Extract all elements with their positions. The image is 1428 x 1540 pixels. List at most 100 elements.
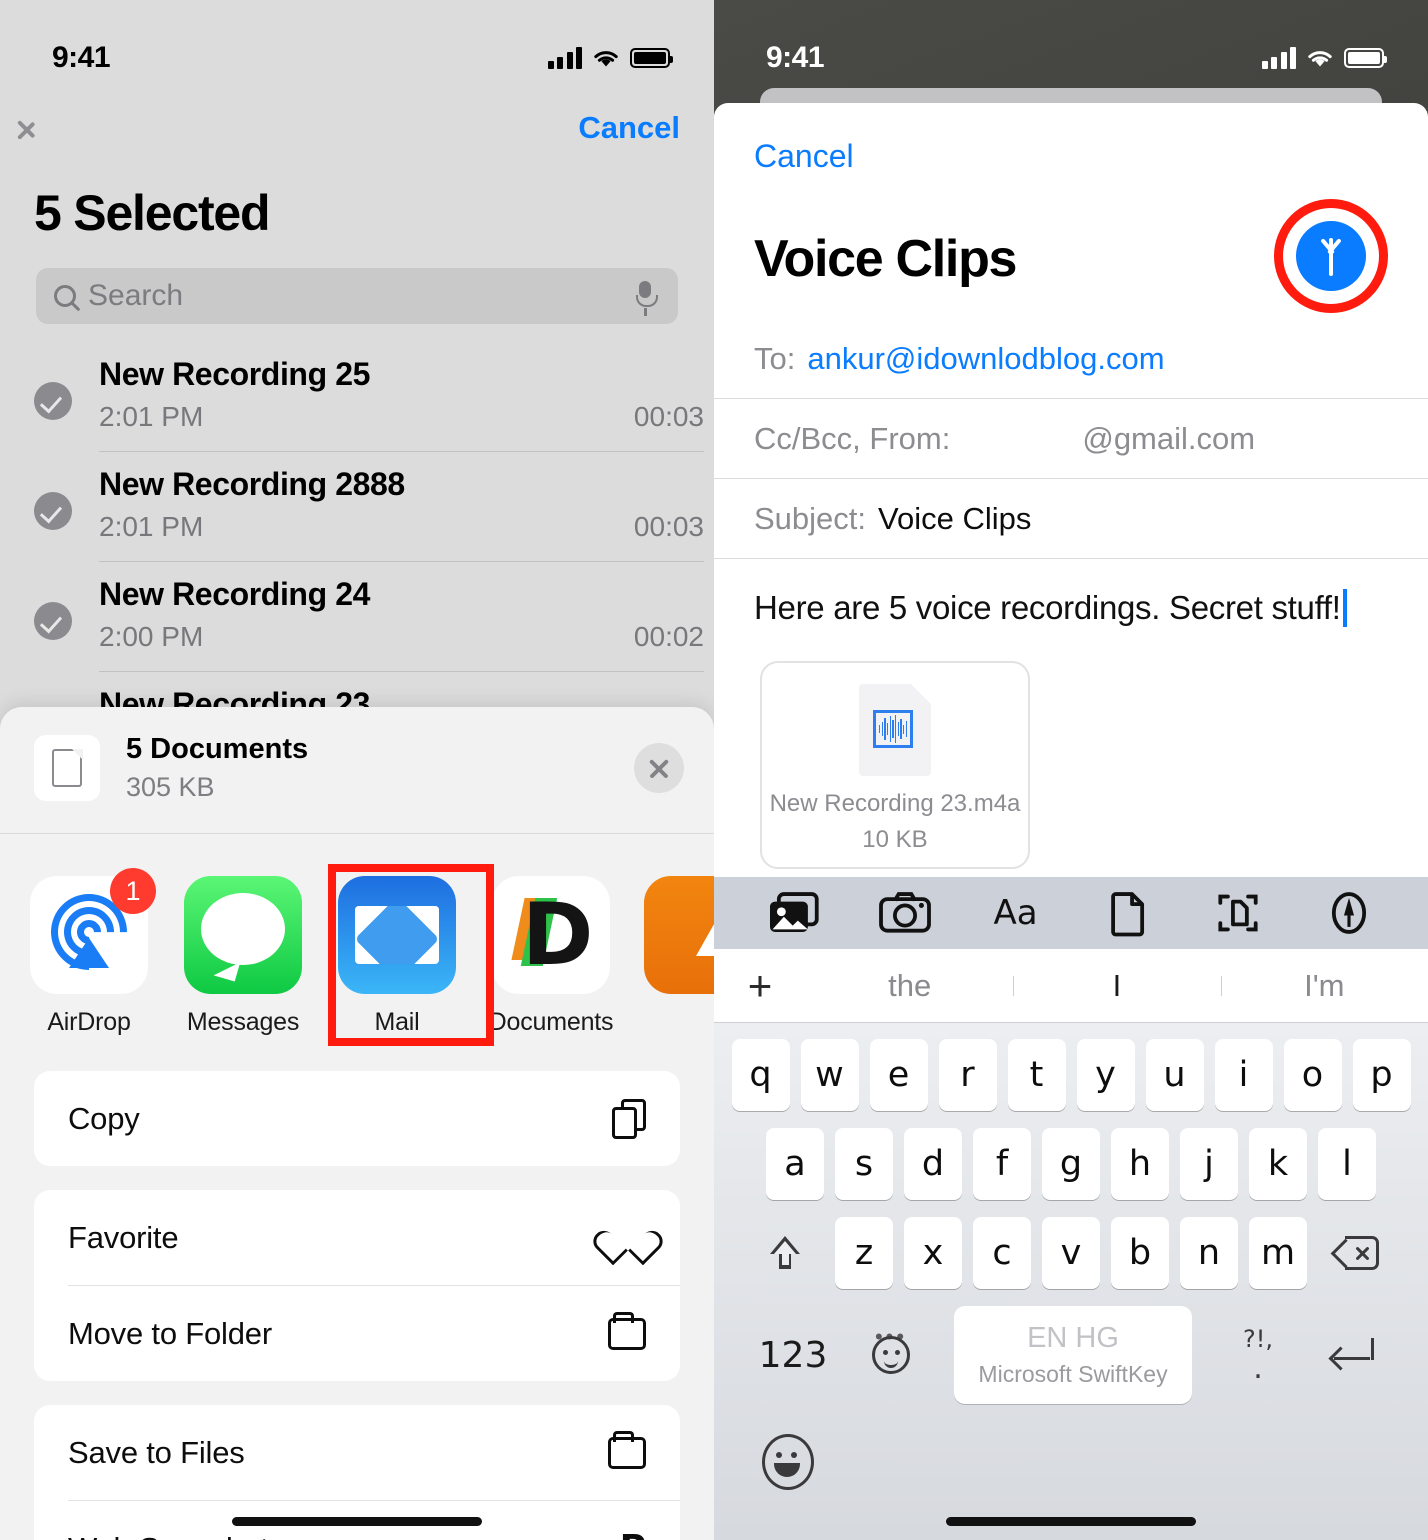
key-y[interactable]: y xyxy=(1076,1039,1135,1111)
key-k[interactable]: k xyxy=(1249,1128,1307,1200)
subject-field[interactable]: Subject: Voice Clips xyxy=(714,479,1428,559)
close-icon[interactable] xyxy=(634,743,684,793)
divider xyxy=(99,451,704,452)
from-value[interactable]: @gmail.com xyxy=(1082,421,1255,457)
folder-icon xyxy=(608,1311,646,1350)
share-app-mail[interactable]: Mail xyxy=(334,876,460,1037)
to-field[interactable]: To: ankur@idownlodblog.com xyxy=(714,319,1428,399)
divider xyxy=(99,671,704,672)
status-time: 9:41 xyxy=(766,41,825,74)
key-l[interactable]: l xyxy=(1318,1128,1376,1200)
action-move-to-folder[interactable]: Move to Folder xyxy=(34,1286,680,1381)
key-j[interactable]: j xyxy=(1180,1128,1238,1200)
checkmark-icon[interactable] xyxy=(34,382,72,420)
action-copy[interactable]: Copy xyxy=(34,1071,680,1166)
folder-icon xyxy=(608,1430,646,1469)
shift-key[interactable] xyxy=(746,1217,824,1289)
message-body[interactable]: Here are 5 voice recordings. Secret stuf… xyxy=(714,559,1428,627)
cancel-button[interactable]: Cancel xyxy=(578,110,680,146)
microphone-icon[interactable] xyxy=(636,281,658,316)
scan-document-icon[interactable] xyxy=(1210,889,1266,937)
recording-name: New Recording 25 xyxy=(99,356,371,392)
wifi-icon xyxy=(594,50,618,66)
key-t[interactable]: t xyxy=(1007,1039,1066,1111)
return-key[interactable] xyxy=(1304,1338,1404,1372)
emoji-switch-key[interactable] xyxy=(762,1434,816,1490)
to-label: To: xyxy=(754,340,796,376)
key-z[interactable]: z xyxy=(835,1217,893,1289)
key-d[interactable]: d xyxy=(904,1128,962,1200)
copy-icon xyxy=(612,1098,646,1139)
camera-icon[interactable] xyxy=(877,889,933,937)
key-i[interactable]: i xyxy=(1214,1039,1273,1111)
key-f[interactable]: f xyxy=(973,1128,1031,1200)
shift-icon xyxy=(770,1236,800,1270)
suggestion-0[interactable]: the xyxy=(806,968,1013,1004)
attachment-name: New Recording 23.m4a xyxy=(769,790,1021,817)
key-a[interactable]: a xyxy=(766,1128,824,1200)
key-w[interactable]: w xyxy=(800,1039,859,1111)
key-g[interactable]: g xyxy=(1042,1128,1100,1200)
attachment-card[interactable]: New Recording 23.m4a 10 KB xyxy=(760,661,1030,869)
messages-icon xyxy=(184,876,302,994)
markup-pen-icon[interactable] xyxy=(1321,889,1377,937)
backspace-icon xyxy=(1330,1236,1379,1270)
backspace-key[interactable] xyxy=(1318,1217,1396,1289)
search-icon xyxy=(54,285,76,307)
home-indicator xyxy=(946,1517,1196,1526)
key-x[interactable]: x xyxy=(904,1217,962,1289)
key-c[interactable]: c xyxy=(973,1217,1031,1289)
emoji-smile-icon xyxy=(762,1434,814,1490)
key-q[interactable]: q xyxy=(731,1039,790,1111)
punct-top: ?!, xyxy=(1243,1324,1273,1353)
share-app-label: Documents xyxy=(488,1008,614,1036)
recording-time: 2:01 PM xyxy=(99,511,204,542)
suggestion-1[interactable]: I xyxy=(1013,968,1220,1004)
key-u[interactable]: u xyxy=(1145,1039,1204,1111)
suggestion-2[interactable]: I'm xyxy=(1220,968,1428,1004)
document-icon[interactable] xyxy=(1099,889,1155,937)
action-favorite[interactable]: Favorite xyxy=(34,1190,680,1285)
key-s[interactable]: s xyxy=(835,1128,893,1200)
emoji-key[interactable]: ••• xyxy=(848,1326,934,1374)
list-item[interactable]: New Recording 2888 2:01 PM 00:03 xyxy=(34,452,714,562)
key-r[interactable]: r xyxy=(938,1039,997,1111)
share-app-messages[interactable]: Messages xyxy=(180,876,306,1037)
to-value[interactable]: ankur@idownlodblog.com xyxy=(807,341,1164,377)
status-bar: 9:41 xyxy=(0,0,714,92)
punctuation-key[interactable]: ?!, . xyxy=(1212,1327,1304,1384)
checkmark-icon[interactable] xyxy=(34,492,72,530)
key-o[interactable]: o xyxy=(1283,1039,1342,1111)
share-app-label: AirDrop xyxy=(47,1008,131,1036)
share-app-documents[interactable]: D Documents xyxy=(488,876,614,1037)
key-n[interactable]: n xyxy=(1180,1217,1238,1289)
battery-icon xyxy=(630,48,673,68)
key-m[interactable]: m xyxy=(1249,1217,1307,1289)
list-item[interactable]: New Recording 24 2:00 PM 00:02 xyxy=(34,562,714,672)
chevron-left-icon[interactable] xyxy=(28,106,58,150)
key-e[interactable]: e xyxy=(869,1039,928,1111)
share-app-label: Messages xyxy=(186,1008,300,1036)
numbers-key[interactable]: 123 xyxy=(738,1335,848,1376)
keyboard-row-1: q w e r t y u i o p xyxy=(714,1039,1428,1111)
home-indicator xyxy=(232,1517,482,1526)
checkmark-icon[interactable] xyxy=(34,602,72,640)
subject-value[interactable]: Voice Clips xyxy=(878,501,1031,537)
key-v[interactable]: v xyxy=(1042,1217,1100,1289)
space-key[interactable]: EN HG Microsoft SwiftKey xyxy=(954,1306,1192,1404)
action-save-to-files[interactable]: Save to Files xyxy=(34,1405,680,1500)
share-app-partial-icon[interactable] xyxy=(644,876,714,994)
list-item[interactable]: New Recording 25 2:01 PM 00:03 xyxy=(34,342,714,452)
plus-icon[interactable]: + xyxy=(714,964,806,1007)
search-input[interactable]: Search xyxy=(36,268,678,324)
key-h[interactable]: h xyxy=(1111,1128,1169,1200)
cc-bcc-from-field[interactable]: Cc/Bcc, From: @gmail.com xyxy=(714,399,1428,479)
send-button[interactable] xyxy=(1296,221,1366,291)
key-p[interactable]: p xyxy=(1352,1039,1411,1111)
subject-label: Subject: xyxy=(754,500,867,536)
share-app-airdrop[interactable]: 1 AirDrop xyxy=(26,868,156,1037)
cancel-button[interactable]: Cancel xyxy=(714,103,854,175)
text-format-icon[interactable]: Aa xyxy=(988,889,1044,937)
key-b[interactable]: b xyxy=(1111,1217,1169,1289)
photos-icon[interactable] xyxy=(766,889,822,937)
